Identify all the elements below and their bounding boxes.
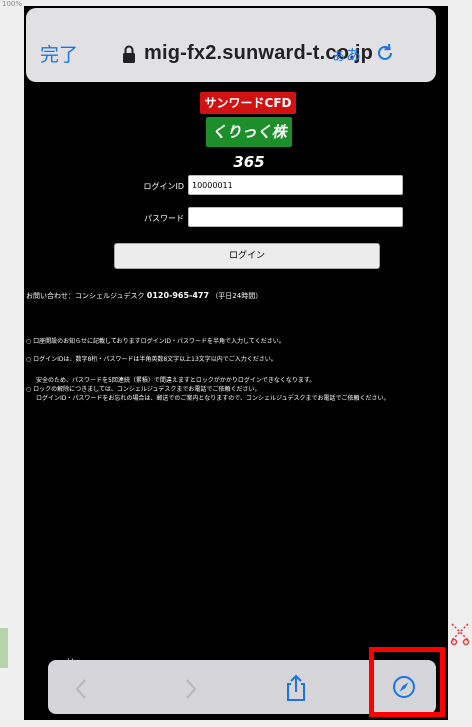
reload-icon[interactable]: [374, 42, 396, 64]
contact-info: お問い合わせ：コンシェルジュデスク 0120-965-477 （平日24時間）: [26, 291, 262, 301]
notice-line: 安全のため、パスワードを5回連続（累積）で間違えますとロックがかかりログインでき…: [36, 377, 316, 384]
password-label: パスワード: [144, 214, 184, 223]
text-size-button[interactable]: ぁあ: [331, 44, 361, 65]
login-id-label: ログインID: [143, 182, 184, 191]
forward-icon[interactable]: [184, 678, 198, 700]
login-button[interactable]: ログイン: [114, 243, 380, 269]
notice-block: 安全のため、パスワードを5回連続（累積）で間違えますとロックがかかりログインでき…: [26, 376, 390, 403]
logo-top-text: サンワードCFD: [200, 92, 296, 114]
scissors-icon: [450, 623, 470, 646]
back-icon[interactable]: [74, 678, 88, 700]
done-button[interactable]: 完了: [40, 40, 78, 67]
screenshot-stage: 100% 完了 mig-fx2.sunward-t.co.jp ぁあ サンワード…: [0, 0, 472, 727]
lock-icon: [123, 45, 135, 63]
contact-prefix: お問い合わせ：コンシェルジュデスク: [26, 292, 145, 300]
notice-line: ロックの解除につきましては、コンシェルジュデスクまでお電話でご依頼ください。: [33, 386, 261, 393]
status-text: 100%: [2, 0, 23, 8]
login-id-input[interactable]: 10000011: [188, 175, 403, 195]
notice-line: ログインID・パスワードをお忘れの場合は、郵送でのご案内となりますので、コンシェ…: [36, 395, 390, 402]
contact-hours: （平日24時間）: [211, 292, 263, 300]
highlight-box: [369, 647, 445, 717]
share-icon[interactable]: [284, 674, 308, 702]
notice-item: ○ 口座開設のお知らせに記載しておりますログインID・パスワードを半角で入力して…: [26, 338, 285, 345]
background-edge: [0, 628, 8, 668]
notice-item: ○ ログインIDは、数字8桁・パスワードは半角英数8文字以上13文字以内でご入力…: [26, 356, 277, 363]
sunward-logo: サンワードCFD くりっく株365: [200, 92, 296, 171]
contact-phone: 0120-965-477: [146, 291, 210, 300]
password-input[interactable]: [188, 207, 403, 227]
logo-bottom-text: くりっく株365: [206, 117, 292, 171]
